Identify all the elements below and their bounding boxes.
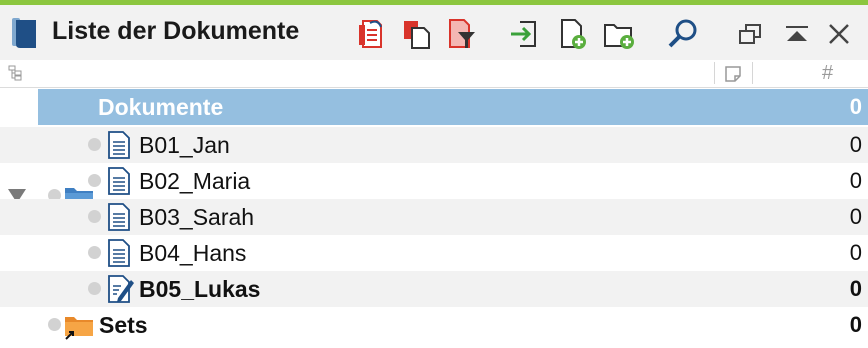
coded-count: 0 bbox=[849, 94, 862, 119]
status-dot-icon bbox=[88, 246, 101, 259]
document-icon bbox=[104, 130, 134, 160]
tree-row-document[interactable]: B04_Hans 0 bbox=[0, 235, 868, 271]
status-dot-icon bbox=[48, 318, 61, 331]
tree-label: B01_Jan bbox=[139, 132, 230, 158]
tree-row-document[interactable]: B05_Lukas 0 bbox=[0, 271, 868, 307]
document-browser-icon bbox=[12, 18, 36, 48]
tree-row-sets[interactable]: Sets 0 bbox=[0, 307, 868, 343]
tree-label: B04_Hans bbox=[139, 240, 247, 266]
coded-count: 0 bbox=[849, 312, 862, 337]
tree-label: Sets bbox=[99, 312, 148, 338]
search-icon[interactable] bbox=[666, 17, 700, 51]
memo-icon[interactable] bbox=[724, 65, 742, 83]
coded-count: 0 bbox=[849, 168, 862, 193]
coded-count: 0 bbox=[849, 204, 862, 229]
window-header: Liste der Dokumente bbox=[0, 5, 868, 60]
tree-label: B05_Lukas bbox=[139, 276, 261, 302]
new-document-group-icon[interactable] bbox=[602, 17, 636, 51]
status-dot-icon bbox=[88, 138, 101, 151]
tree-row-document[interactable]: B01_Jan 0 bbox=[0, 127, 868, 163]
tree-label: Dokumente bbox=[98, 94, 224, 120]
count-column-header[interactable]: # bbox=[822, 61, 833, 85]
window-title: Liste der Dokumente bbox=[52, 17, 300, 45]
sets-folder-icon bbox=[64, 310, 94, 340]
tree-label: B02_Maria bbox=[139, 168, 251, 194]
coded-count: 0 bbox=[849, 276, 862, 301]
undock-icon[interactable] bbox=[734, 17, 768, 51]
import-icon[interactable] bbox=[508, 17, 542, 51]
status-dot-icon bbox=[88, 282, 101, 295]
document-icon bbox=[104, 202, 134, 232]
collapse-icon[interactable] bbox=[780, 17, 814, 51]
close-icon[interactable] bbox=[822, 17, 856, 51]
status-dot-icon bbox=[88, 174, 101, 187]
coded-count: 0 bbox=[849, 240, 862, 265]
tree-row-dokumente[interactable]: Dokumente 0 bbox=[38, 89, 868, 125]
status-dot-icon bbox=[88, 210, 101, 223]
column-separator[interactable] bbox=[714, 62, 715, 84]
retrieve-coded-segments-icon[interactable] bbox=[354, 17, 388, 51]
copy-documents-icon[interactable] bbox=[400, 17, 434, 51]
document-icon bbox=[104, 238, 134, 268]
tree-label: B03_Sarah bbox=[139, 204, 255, 230]
column-header: # bbox=[0, 60, 868, 88]
document-icon bbox=[104, 166, 134, 196]
tree-structure-icon[interactable] bbox=[8, 65, 24, 81]
new-document-icon[interactable] bbox=[556, 17, 590, 51]
filter-documents-icon[interactable] bbox=[444, 17, 478, 51]
tree-row-document[interactable]: B03_Sarah 0 bbox=[0, 199, 868, 235]
document-edited-icon bbox=[104, 274, 134, 304]
coded-count: 0 bbox=[849, 132, 862, 157]
column-separator[interactable] bbox=[752, 62, 753, 84]
tree-row-document[interactable]: B02_Maria 0 bbox=[0, 163, 868, 199]
